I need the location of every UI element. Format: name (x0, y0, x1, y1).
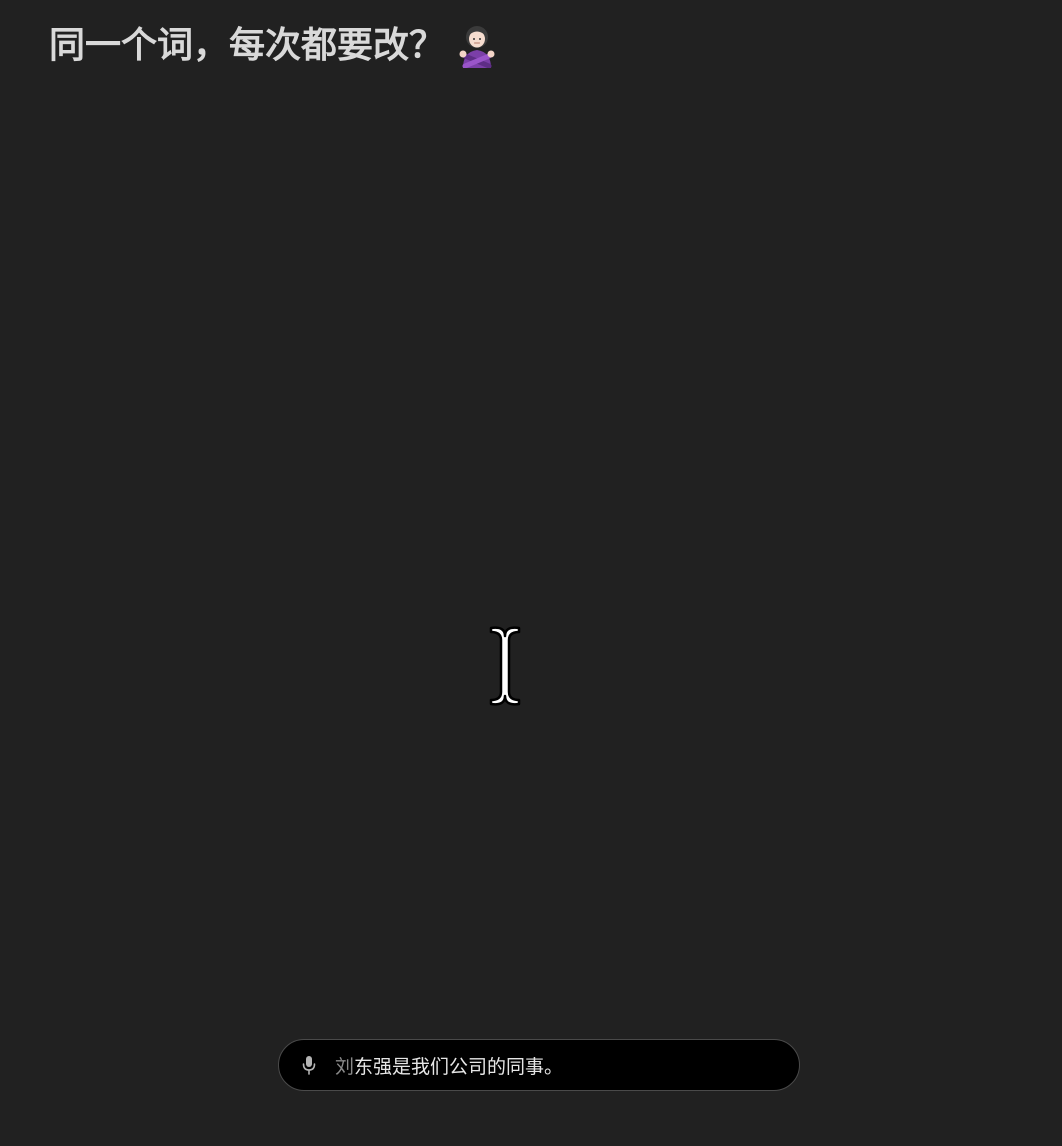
headline-text: 同一个词，每次都要改？ (49, 25, 446, 66)
person-gesturing-no-icon (457, 24, 497, 69)
dictation-bar[interactable]: 刘东强是我们公司的同事。 (278, 1039, 800, 1091)
transcript-pending: 刘 (335, 1055, 355, 1078)
microphone-icon[interactable] (301, 1055, 317, 1075)
screen: 同一个词，每次都要改？ 刘东强是我们公司的同事。 (0, 0, 1062, 1146)
text-cursor-icon (486, 623, 524, 709)
transcript-confirmed: 东强是我们公司的同事。 (354, 1055, 564, 1078)
page-title: 同一个词，每次都要改？ (49, 20, 497, 72)
dictation-transcript: 刘东强是我们公司的同事。 (335, 1052, 563, 1079)
